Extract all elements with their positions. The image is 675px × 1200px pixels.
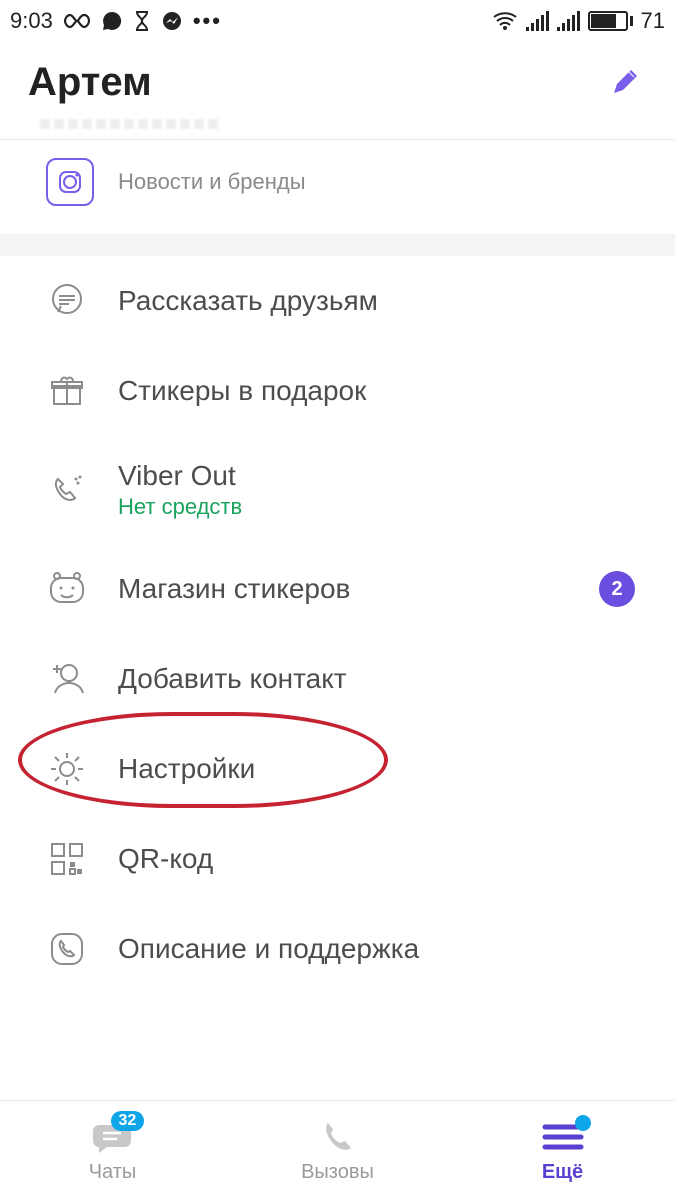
edit-button[interactable]: [603, 60, 647, 104]
chats-badge: 32: [111, 1111, 145, 1131]
battery-icon: [588, 11, 633, 31]
nav-label: Чаты: [89, 1161, 137, 1184]
item-label: Магазин стикеров: [118, 573, 350, 605]
battery-level: 71: [641, 8, 665, 34]
redacted-subtitle: [40, 113, 647, 133]
item-label: Настройки: [118, 753, 255, 785]
notification-dot: [575, 1115, 591, 1131]
item-label: Viber Out: [118, 460, 242, 492]
sticker-face-icon: [46, 568, 88, 610]
gift-icon: [46, 370, 88, 412]
more-dots-icon: •••: [193, 8, 222, 34]
nav-calls[interactable]: Вызовы: [225, 1101, 450, 1200]
support-item[interactable]: Описание и поддержка: [0, 904, 675, 994]
nav-label: Вызовы: [301, 1161, 374, 1184]
menu-list: Рассказать друзьям Стикеры в подарок Vib…: [0, 256, 675, 994]
item-sub: Нет средств: [118, 494, 242, 520]
news-icon: [46, 158, 94, 206]
add-contact-icon: [46, 658, 88, 700]
status-bar: 9:03 ••• 71: [0, 0, 675, 42]
chats-icon: 32: [89, 1117, 137, 1157]
news-subtitle: Новости и бренды: [118, 169, 306, 195]
nav-more[interactable]: Ещё: [450, 1101, 675, 1200]
gear-icon: [46, 748, 88, 790]
page-title: Артем: [28, 60, 152, 105]
badge: 2: [599, 571, 635, 607]
viber-phone-icon: [46, 928, 88, 970]
signal-icon-2: [557, 11, 580, 31]
add-contact-item[interactable]: Добавить контакт: [0, 634, 675, 724]
hourglass-icon: [133, 10, 151, 32]
item-label: Добавить контакт: [118, 663, 347, 695]
item-label: Стикеры в подарок: [118, 375, 366, 407]
qr-icon: [46, 838, 88, 880]
speech-bubble-icon: [46, 280, 88, 322]
item-label: QR-код: [118, 843, 213, 875]
news-row[interactable]: Новости и бренды: [0, 158, 675, 224]
pencil-icon: [608, 65, 642, 99]
bottom-nav: 32 Чаты Вызовы Ещё: [0, 1100, 675, 1200]
qr-code-item[interactable]: QR-код: [0, 814, 675, 904]
sticker-market-item[interactable]: Магазин стикеров 2: [0, 544, 675, 634]
gift-stickers-item[interactable]: Стикеры в подарок: [0, 346, 675, 436]
item-label: Рассказать друзьям: [118, 285, 378, 317]
tell-friends-item[interactable]: Рассказать друзьям: [0, 256, 675, 346]
chat-bubble-icon: [101, 10, 123, 32]
section-gap: [0, 234, 675, 256]
settings-item[interactable]: Настройки: [0, 724, 675, 814]
nav-label: Ещё: [542, 1161, 583, 1184]
infinity-icon: [63, 12, 91, 30]
header: Артем: [0, 42, 675, 113]
calls-icon: [314, 1117, 362, 1157]
signal-icon-1: [526, 11, 549, 31]
more-icon: [539, 1117, 587, 1157]
wifi-icon: [492, 11, 518, 31]
nav-chats[interactable]: 32 Чаты: [0, 1101, 225, 1200]
viber-out-item[interactable]: Viber Out Нет средств: [0, 436, 675, 544]
item-label: Описание и поддержка: [118, 933, 419, 965]
phone-out-icon: [46, 469, 88, 511]
status-time: 9:03: [10, 8, 53, 34]
messenger-icon: [161, 10, 183, 32]
